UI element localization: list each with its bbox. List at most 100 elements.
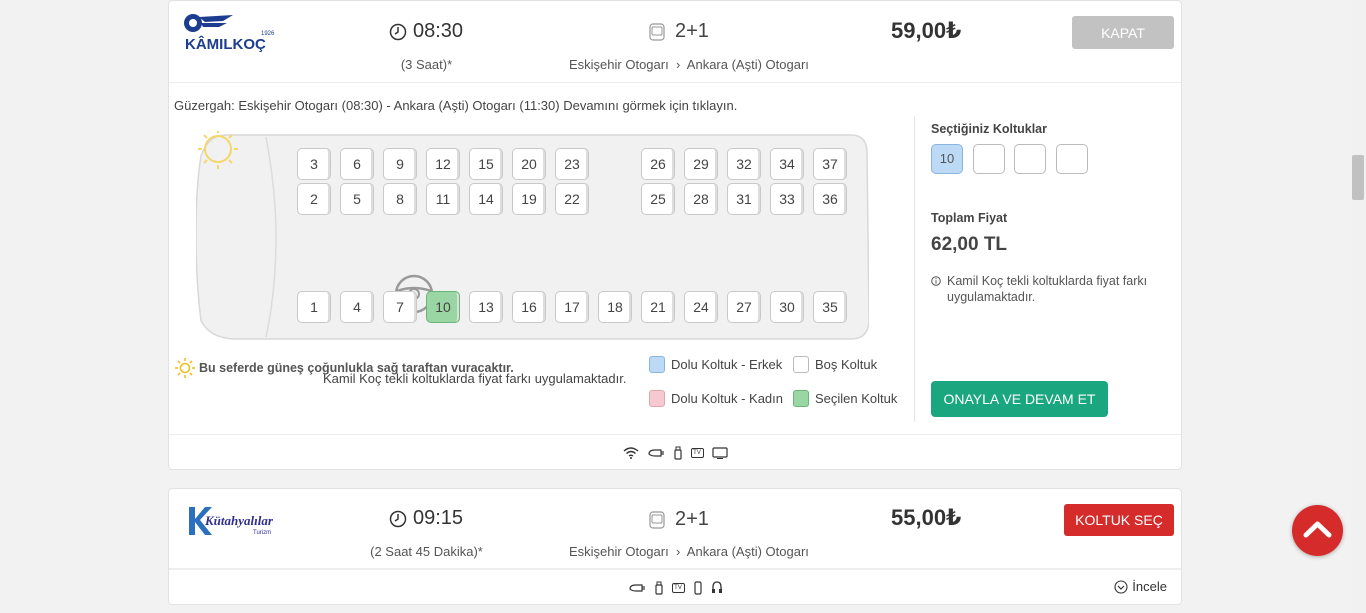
seat-9[interactable]: 9 bbox=[383, 148, 417, 180]
seat-18[interactable]: 18 bbox=[598, 291, 632, 323]
features-row: TV bbox=[169, 569, 1181, 605]
seat-layout: 2+1 bbox=[649, 20, 709, 43]
scroll-to-top-button[interactable] bbox=[1292, 505, 1343, 556]
seat-2[interactable]: 2 bbox=[297, 183, 331, 215]
confirm-continue-button[interactable]: ONAYLA VE DEVAM ET bbox=[931, 381, 1108, 417]
route-separator: › bbox=[675, 544, 681, 559]
route-to: Ankara (Aşti) Otogarı bbox=[686, 57, 809, 72]
seat-12[interactable]: 12 bbox=[426, 148, 460, 180]
headphone-icon bbox=[711, 581, 722, 593]
seat-icon bbox=[649, 22, 665, 41]
sun-direction-note: Bu seferde güneş çoğunlukla sağ taraftan… bbox=[175, 358, 514, 378]
seat-35[interactable]: 35 bbox=[813, 291, 847, 323]
seat-14[interactable]: 14 bbox=[469, 183, 503, 215]
seat-20[interactable]: 20 bbox=[512, 148, 546, 180]
seat-37[interactable]: 37 bbox=[813, 148, 847, 180]
seat-6[interactable]: 6 bbox=[340, 148, 374, 180]
clock-icon bbox=[389, 510, 407, 527]
outlet-icon bbox=[647, 448, 664, 457]
scrollbar-track[interactable] bbox=[1351, 0, 1366, 613]
seat-11[interactable]: 11 bbox=[426, 183, 460, 215]
legend-male: Dolu Koltuk - Erkek bbox=[649, 356, 782, 373]
route-from: Eskişehir Otogarı bbox=[569, 57, 669, 72]
legend-male-label: Dolu Koltuk - Erkek bbox=[671, 357, 783, 372]
screen-icon bbox=[711, 446, 728, 459]
seat-25[interactable]: 25 bbox=[641, 183, 675, 215]
trip-card-kamilkoc: 1926 KÂMILKOÇ 08:30 (3 Saat)* 2+1 Eskişe… bbox=[168, 0, 1182, 470]
selected-seat-slot-4 bbox=[1056, 144, 1088, 174]
tv-icon: TV bbox=[671, 582, 685, 593]
seat-23[interactable]: 23 bbox=[555, 148, 589, 180]
seat-4[interactable]: 4 bbox=[340, 291, 374, 323]
seat-layout-text: 2+1 bbox=[675, 508, 709, 530]
departure-time-text: 09:15 bbox=[413, 507, 464, 529]
select-seat-button[interactable]: KOLTUK SEÇ bbox=[1064, 504, 1174, 536]
ticket-price: 55,00₺ bbox=[891, 505, 962, 530]
legend-female-swatch bbox=[649, 390, 665, 407]
seat-layout-text: 2+1 bbox=[675, 20, 709, 42]
seat-31[interactable]: 31 bbox=[727, 183, 761, 215]
route-separator: › bbox=[675, 57, 681, 72]
seat-1[interactable]: 1 bbox=[297, 291, 331, 323]
route-to: Ankara (Aşti) Otogarı bbox=[686, 544, 809, 559]
route-details-link[interactable]: Güzergah: Eskişehir Otogarı (08:30) - An… bbox=[174, 98, 737, 113]
selected-seat-slot-1[interactable]: 10 bbox=[931, 144, 963, 174]
trip-summary-row[interactable]: Kütahyalılar Turizm 09:15 (2 Saat 45 Dak… bbox=[169, 489, 1181, 569]
seat-30[interactable]: 30 bbox=[770, 291, 804, 323]
seat-32[interactable]: 32 bbox=[727, 148, 761, 180]
chevron-down-circle-icon bbox=[1114, 579, 1128, 594]
seat-22[interactable]: 22 bbox=[555, 183, 589, 215]
seat-17[interactable]: 17 bbox=[555, 291, 589, 323]
clock-icon bbox=[389, 23, 407, 40]
seat-24[interactable]: 24 bbox=[684, 291, 718, 323]
seat-5[interactable]: 5 bbox=[340, 183, 374, 215]
close-button[interactable]: KAPAT bbox=[1072, 16, 1174, 49]
seat-19[interactable]: 19 bbox=[512, 183, 546, 215]
phone-icon bbox=[693, 580, 702, 595]
tv-icon: TV bbox=[690, 447, 704, 458]
seat-29[interactable]: 29 bbox=[684, 148, 718, 180]
inspect-link[interactable]: İncele bbox=[1114, 579, 1167, 594]
logo-text: KÂMILKOÇ bbox=[185, 35, 266, 53]
seat-27[interactable]: 27 bbox=[727, 291, 761, 323]
total-price-value: 62,00 TL bbox=[931, 234, 1008, 255]
seat-3[interactable]: 3 bbox=[297, 148, 331, 180]
seat-15[interactable]: 15 bbox=[469, 148, 503, 180]
seat-21[interactable]: 21 bbox=[641, 291, 675, 323]
legend-male-swatch bbox=[649, 356, 665, 373]
wifi-icon bbox=[623, 446, 638, 459]
kutahyalilar-logo: Kütahyalılar Turizm bbox=[189, 507, 274, 536]
seat-36[interactable]: 36 bbox=[813, 183, 847, 215]
seat-13[interactable]: 13 bbox=[469, 291, 503, 323]
route: Eskişehir Otogarı › Ankara (Aşti) Otogar… bbox=[569, 57, 809, 72]
seat-28[interactable]: 28 bbox=[684, 183, 718, 215]
inspect-label: İncele bbox=[1132, 579, 1167, 594]
departure-time: 08:30 bbox=[389, 20, 463, 43]
ticket-price: 59,00₺ bbox=[891, 18, 962, 43]
price-info-note: Kamil Koç tekli koltuklarda fiyat farkı … bbox=[931, 273, 1171, 305]
seat-8[interactable]: 8 bbox=[383, 183, 417, 215]
trip-duration: (3 Saat)* bbox=[400, 57, 453, 72]
legend-empty: Boş Koltuk bbox=[793, 356, 877, 373]
outlet-icon bbox=[628, 583, 645, 592]
usb-icon bbox=[673, 446, 682, 460]
seat-34[interactable]: 34 bbox=[770, 148, 804, 180]
trip-duration: (2 Saat 45 Dakika)* bbox=[370, 544, 483, 559]
seat-10[interactable]: 10 bbox=[426, 291, 460, 323]
seat-layout: 2+1 bbox=[649, 508, 709, 531]
seat-16[interactable]: 16 bbox=[512, 291, 546, 323]
total-price-label: Toplam Fiyat bbox=[931, 211, 1008, 225]
trip-card-kutahyalilar: Kütahyalılar Turizm 09:15 (2 Saat 45 Dak… bbox=[168, 488, 1182, 605]
usb-icon bbox=[654, 581, 663, 595]
scrollbar-thumb[interactable] bbox=[1352, 155, 1364, 200]
kamilkoc-logo: 1926 KÂMILKOÇ bbox=[184, 14, 275, 53]
seat-7[interactable]: 7 bbox=[383, 291, 417, 323]
legend-selected: Seçilen Koltuk bbox=[793, 390, 897, 407]
seat-26[interactable]: 26 bbox=[641, 148, 675, 180]
logo-text: Kütahyalılar bbox=[204, 513, 274, 528]
seat-33[interactable]: 33 bbox=[770, 183, 804, 215]
info-icon bbox=[931, 276, 941, 286]
sun-note-text: Bu seferde güneş çoğunlukla sağ taraftan… bbox=[199, 361, 514, 375]
trip-summary-row[interactable]: 1926 KÂMILKOÇ 08:30 (3 Saat)* 2+1 Eskişe… bbox=[169, 1, 1181, 83]
selected-seats-title: Seçtiğiniz Koltuklar bbox=[931, 122, 1047, 136]
